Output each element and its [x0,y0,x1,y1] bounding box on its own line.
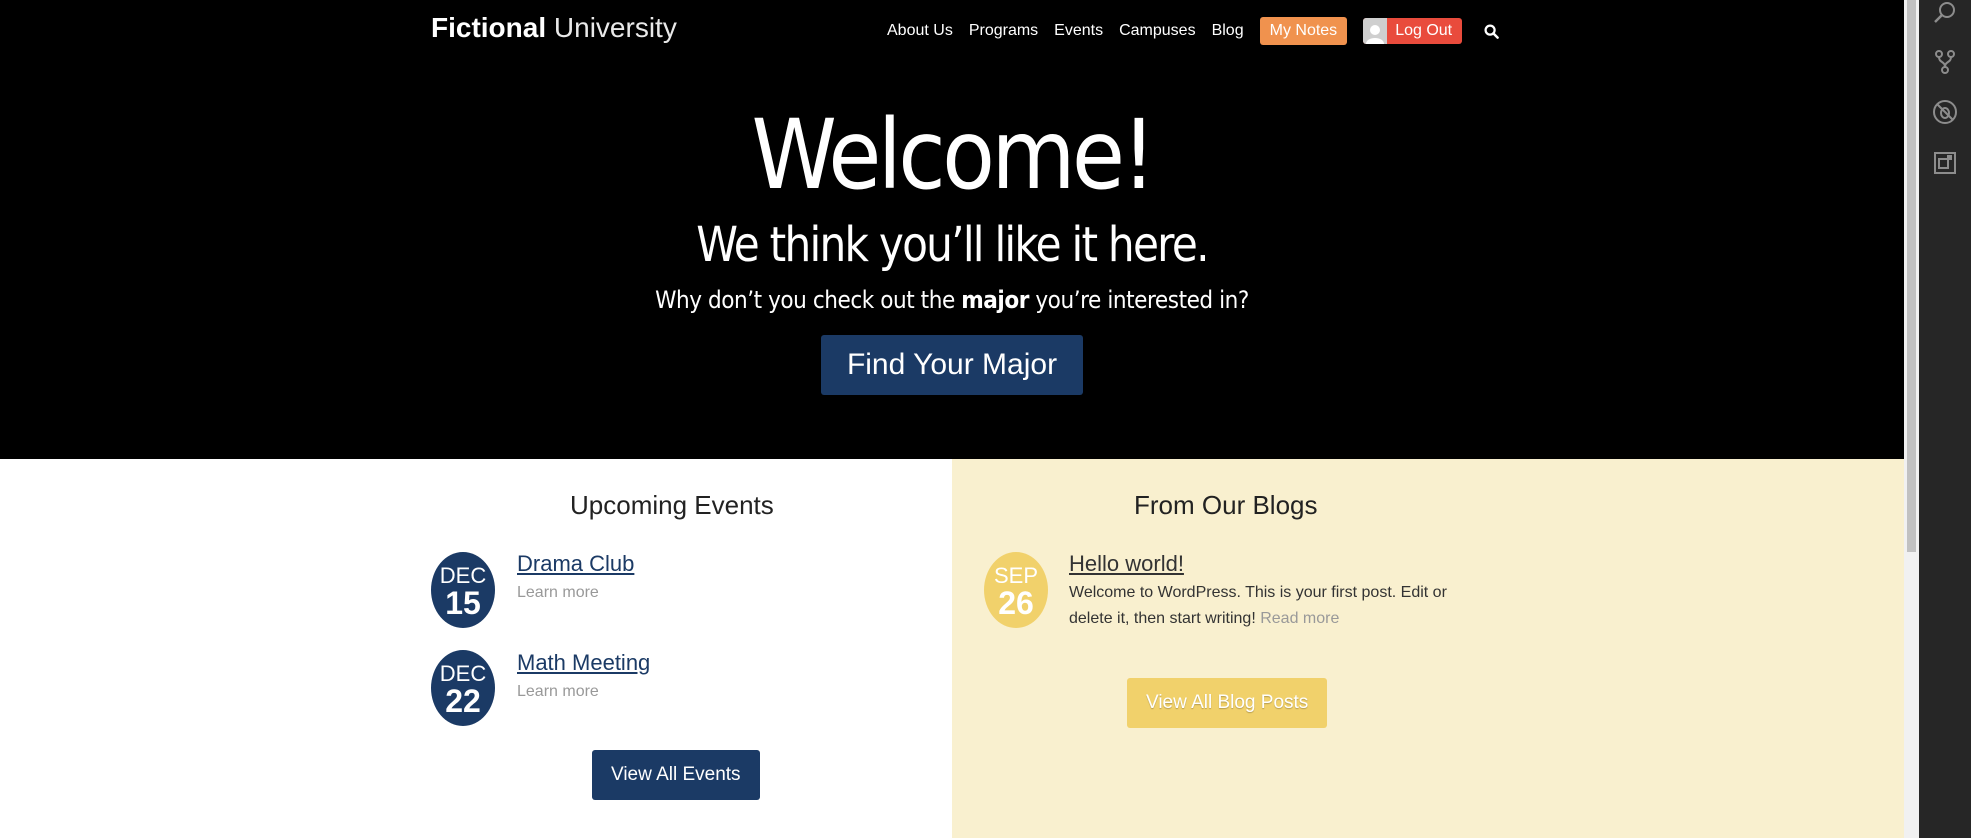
scrollbar[interactable] [1904,0,1919,838]
nav-campuses[interactable]: Campuses [1119,22,1195,40]
main-nav: About Us Programs Events Campuses Blog M… [887,17,1499,45]
blog-day: 26 [998,585,1034,621]
event-date-badge: DEC 22 [431,650,495,726]
event-month: DEC [439,563,487,588]
site-header: Fictional University About Us Programs E… [0,0,1904,459]
events-title: Upcoming Events [570,490,774,520]
blog-date-badge: SEP 26 [984,552,1048,628]
hero-subtitle: We think you’ll like it here. [696,217,1209,273]
search-icon[interactable] [1484,23,1499,39]
log-out-label: Log Out [1395,22,1453,39]
blogs-section: From Our Blogs SEP 26 Hello world! Welco… [952,459,1904,838]
blog-month: SEP [993,563,1039,588]
log-out-button[interactable]: Log Out [1363,18,1463,44]
view-all-events-button[interactable]: View All Events [592,750,760,800]
logo-bold: Fictional [431,12,547,43]
event-title-link[interactable]: Drama Club [517,551,634,577]
scrollbar-thumb[interactable] [1907,0,1916,552]
nav-blog[interactable]: Blog [1212,22,1244,40]
event-month: DEC [439,661,487,686]
event-day: 15 [445,585,481,621]
side-activity-bar [1919,0,1971,838]
event-learn-more-link[interactable]: Learn more [517,683,599,701]
view-all-blog-posts-button[interactable]: View All Blog Posts [1127,678,1328,728]
site-logo[interactable]: Fictional University [431,12,677,44]
source-control-icon[interactable] [1932,49,1958,75]
hero: Welcome! We think you’ll like it here. W… [0,95,1904,395]
page: Fictional University About Us Programs E… [0,0,1904,838]
avatar-icon [1363,18,1388,44]
hero-cta-prefix: Why don’t you check out the [655,286,962,314]
find-your-major-button[interactable]: Find Your Major [820,335,1084,395]
event-date-badge: DEC 15 [431,552,495,628]
debug-icon[interactable] [1932,99,1958,125]
my-notes-button[interactable]: My Notes [1259,17,1348,45]
hero-title: Welcome! [751,99,1156,211]
hero-cta-suffix: you’re interested in? [1028,286,1249,314]
blog-excerpt-text: Welcome to WordPress. This is your first… [1069,584,1447,627]
blog-excerpt: Welcome to WordPress. This is your first… [1069,580,1489,632]
event-learn-more-link[interactable]: Learn more [517,584,599,602]
logo-light: University [553,12,677,43]
blog-title-link[interactable]: Hello world! [1069,551,1184,577]
nav-about-us[interactable]: About Us [887,22,953,40]
nav-programs[interactable]: Programs [969,22,1038,40]
blogs-title: From Our Blogs [1134,490,1318,520]
search-icon[interactable] [1932,0,1958,26]
extensions-icon[interactable] [1932,150,1958,176]
nav-events[interactable]: Events [1054,22,1103,40]
events-section: Upcoming Events DEC 15 Drama Club Learn … [0,459,952,838]
read-more-link[interactable]: Read more [1260,610,1339,627]
hero-cta-bold: major [961,286,1029,314]
event-title-link[interactable]: Math Meeting [517,650,650,676]
event-day: 22 [445,683,481,719]
hero-cta-text: Why don’t you check out the major you’re… [95,285,1809,315]
